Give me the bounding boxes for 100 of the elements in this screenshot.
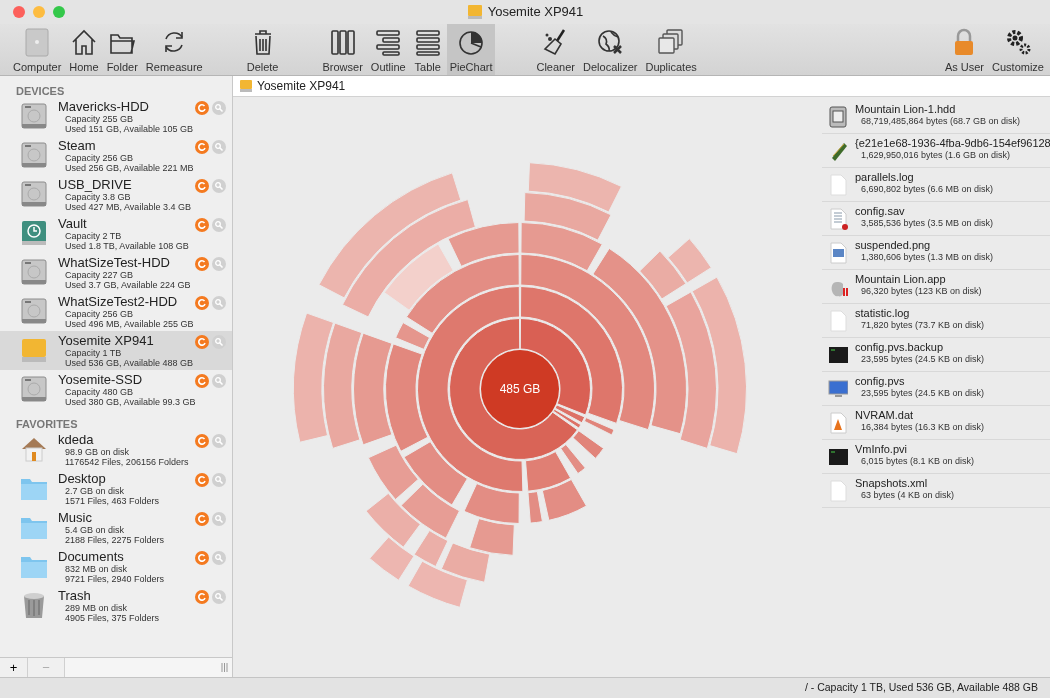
refresh-icon[interactable] bbox=[195, 296, 209, 310]
file-row[interactable]: config.sav 3,585,536 bytes (3.5 MB on disk) bbox=[822, 202, 1050, 236]
toolbar-button[interactable]: Remeasure bbox=[142, 24, 206, 75]
search-icon[interactable] bbox=[212, 296, 226, 310]
sunburst-segment[interactable] bbox=[342, 199, 476, 318]
refresh-icon[interactable] bbox=[195, 218, 209, 232]
sidebar-item[interactable]: Mavericks-HDD Capacity 255 GB Used 151 GB, Available 105 GB bbox=[0, 97, 232, 136]
sunburst-segment[interactable] bbox=[592, 247, 687, 435]
sidebar-item[interactable]: WhatSizeTest-HDD Capacity 227 GB Used 3.7 GB, Available 224 GB bbox=[0, 253, 232, 292]
search-icon[interactable] bbox=[212, 551, 226, 565]
search-icon[interactable] bbox=[212, 512, 226, 526]
sunburst-segment[interactable] bbox=[413, 530, 449, 567]
sunburst-segment[interactable] bbox=[525, 451, 572, 492]
sunburst-segment[interactable] bbox=[447, 222, 520, 267]
search-icon[interactable] bbox=[212, 140, 226, 154]
search-icon[interactable] bbox=[212, 218, 226, 232]
file-row[interactable]: VmInfo.pvi 6,015 bytes (8.1 KB on disk) bbox=[822, 440, 1050, 474]
sunburst-segment[interactable] bbox=[552, 408, 582, 429]
sunburst-segment[interactable] bbox=[367, 444, 419, 501]
sidebar-item[interactable]: WhatSizeTest2-HDD Capacity 256 GB Used 496 MB, Available 255 GB bbox=[0, 292, 232, 331]
sunburst-segment[interactable] bbox=[665, 291, 717, 449]
search-icon[interactable] bbox=[212, 335, 226, 349]
sunburst-segment[interactable] bbox=[449, 318, 578, 460]
file-row[interactable]: {e21e1e68-1936-4fba-9db6-154ef96128 1,629,950,016 bytes (1.6 GB on disk) bbox=[822, 134, 1050, 168]
toolbar-button[interactable]: Customize bbox=[989, 24, 1047, 75]
sidebar-item[interactable]: kdeda 98.9 GB on disk 1176542 Files, 206156 Folders bbox=[0, 430, 232, 469]
sunburst-segment[interactable] bbox=[520, 222, 603, 272]
add-button[interactable]: + bbox=[0, 658, 28, 677]
sunburst-segment[interactable] bbox=[395, 322, 431, 350]
file-row[interactable]: Mountain Lion-1.hdd 68,719,485,864 bytes (68.7 GB on disk) bbox=[822, 100, 1050, 134]
sunburst-segment[interactable] bbox=[469, 518, 515, 556]
file-row[interactable]: suspended.png 1,380,606 bytes (1.3 MB on disk) bbox=[822, 236, 1050, 270]
search-icon[interactable] bbox=[212, 257, 226, 271]
sidebar-item[interactable]: Music 5.4 GB on disk 2188 Files, 2275 Folders bbox=[0, 508, 232, 547]
sunburst-segment[interactable] bbox=[403, 441, 468, 506]
sunburst-segment[interactable] bbox=[463, 483, 520, 524]
file-row[interactable]: config.pvs.backup 23,595 bytes (24.5 KB on disk) bbox=[822, 338, 1050, 372]
refresh-icon[interactable] bbox=[195, 473, 209, 487]
sidebar-item[interactable]: Documents 832 MB on disk 9721 Files, 2940 Folders bbox=[0, 547, 232, 586]
sidebar-item[interactable]: Trash 289 MB on disk 4905 Files, 375 Folders bbox=[0, 586, 232, 625]
sunburst-segment[interactable] bbox=[554, 404, 586, 424]
sunburst-segment[interactable] bbox=[405, 254, 520, 334]
toolbar-button[interactable]: Browser bbox=[319, 24, 366, 75]
toolbar-button[interactable]: Computer bbox=[10, 24, 65, 75]
toolbar-button[interactable]: Cleaner bbox=[533, 24, 578, 75]
sidebar-item[interactable]: USB_DRIVE Capacity 3.8 GB Used 427 MB, Available 3.4 GB bbox=[0, 175, 232, 214]
sunburst-segment[interactable] bbox=[523, 192, 612, 241]
toolbar-button[interactable]: Table bbox=[410, 24, 445, 75]
refresh-icon[interactable] bbox=[195, 512, 209, 526]
refresh-icon[interactable] bbox=[195, 374, 209, 388]
sunburst-segment[interactable] bbox=[527, 491, 543, 524]
file-row[interactable]: config.pvs 23,595 bytes (24.5 KB on disk) bbox=[822, 372, 1050, 406]
refresh-icon[interactable] bbox=[195, 140, 209, 154]
toolbar-button[interactable]: As User bbox=[941, 24, 988, 75]
search-icon[interactable] bbox=[212, 374, 226, 388]
sunburst-segment[interactable] bbox=[417, 286, 524, 492]
sunburst-segment[interactable] bbox=[572, 430, 605, 459]
minimize-button[interactable] bbox=[33, 6, 45, 18]
sunburst-segment[interactable] bbox=[519, 318, 591, 416]
refresh-icon[interactable] bbox=[195, 335, 209, 349]
file-row[interactable]: Mountain Lion.app 96,320 bytes (123 KB on disk) bbox=[822, 270, 1050, 304]
sunburst-segment[interactable] bbox=[440, 542, 491, 583]
search-icon[interactable] bbox=[212, 434, 226, 448]
toolbar-button[interactable]: PieChart bbox=[446, 24, 496, 75]
sunburst-segment[interactable] bbox=[365, 492, 421, 548]
sunburst-segment[interactable] bbox=[560, 444, 586, 475]
refresh-icon[interactable] bbox=[195, 257, 209, 271]
refresh-icon[interactable] bbox=[195, 179, 209, 193]
toolbar-button[interactable]: Outline bbox=[367, 24, 409, 75]
sidebar-item[interactable]: Steam Capacity 256 GB Used 256 GB, Available 221 MB bbox=[0, 136, 232, 175]
refresh-icon[interactable] bbox=[195, 590, 209, 604]
sunburst-segment[interactable] bbox=[639, 250, 687, 300]
sunburst-segment[interactable] bbox=[583, 417, 615, 436]
center-disc[interactable] bbox=[481, 350, 559, 428]
refresh-icon[interactable] bbox=[195, 434, 209, 448]
sunburst-segment[interactable] bbox=[383, 243, 454, 311]
search-icon[interactable] bbox=[212, 101, 226, 115]
resize-grip-icon[interactable] bbox=[221, 663, 228, 672]
sidebar-item[interactable]: Desktop 2.7 GB on disk 1571 Files, 463 Folders bbox=[0, 469, 232, 508]
sunburst-segment[interactable] bbox=[400, 483, 461, 539]
search-icon[interactable] bbox=[212, 473, 226, 487]
toolbar-button[interactable]: Delete bbox=[243, 24, 282, 75]
toolbar-button[interactable]: Duplicates bbox=[642, 24, 700, 75]
toolbar-button[interactable]: Delocalizer bbox=[580, 24, 641, 75]
toolbar-button[interactable]: Folder bbox=[103, 24, 141, 75]
sidebar-item[interactable]: Vault Capacity 2 TB Used 1.8 TB, Available 108 GB bbox=[0, 214, 232, 253]
refresh-icon[interactable] bbox=[195, 551, 209, 565]
file-row[interactable]: statistic.log 71,820 bytes (73.7 KB on disk) bbox=[822, 304, 1050, 338]
sunburst-segment[interactable] bbox=[353, 332, 393, 446]
close-button[interactable] bbox=[13, 6, 25, 18]
search-icon[interactable] bbox=[212, 590, 226, 604]
file-row[interactable]: Snapshots.xml 63 bytes (4 KB on disk) bbox=[822, 474, 1050, 508]
sunburst-segment[interactable] bbox=[691, 276, 747, 455]
search-icon[interactable] bbox=[212, 179, 226, 193]
file-row[interactable]: NVRAM.dat 16,384 bytes (16.3 KB on disk) bbox=[822, 406, 1050, 440]
refresh-icon[interactable] bbox=[195, 101, 209, 115]
path-item[interactable]: Yosemite XP941 bbox=[257, 77, 346, 95]
file-row[interactable]: parallels.log 6,690,802 bytes (6.6 MB on disk) bbox=[822, 168, 1050, 202]
sidebar-item[interactable]: Yosemite XP941 Capacity 1 TB Used 536 GB, Available 488 GB bbox=[0, 331, 232, 370]
sunburst-segment[interactable] bbox=[318, 172, 462, 299]
